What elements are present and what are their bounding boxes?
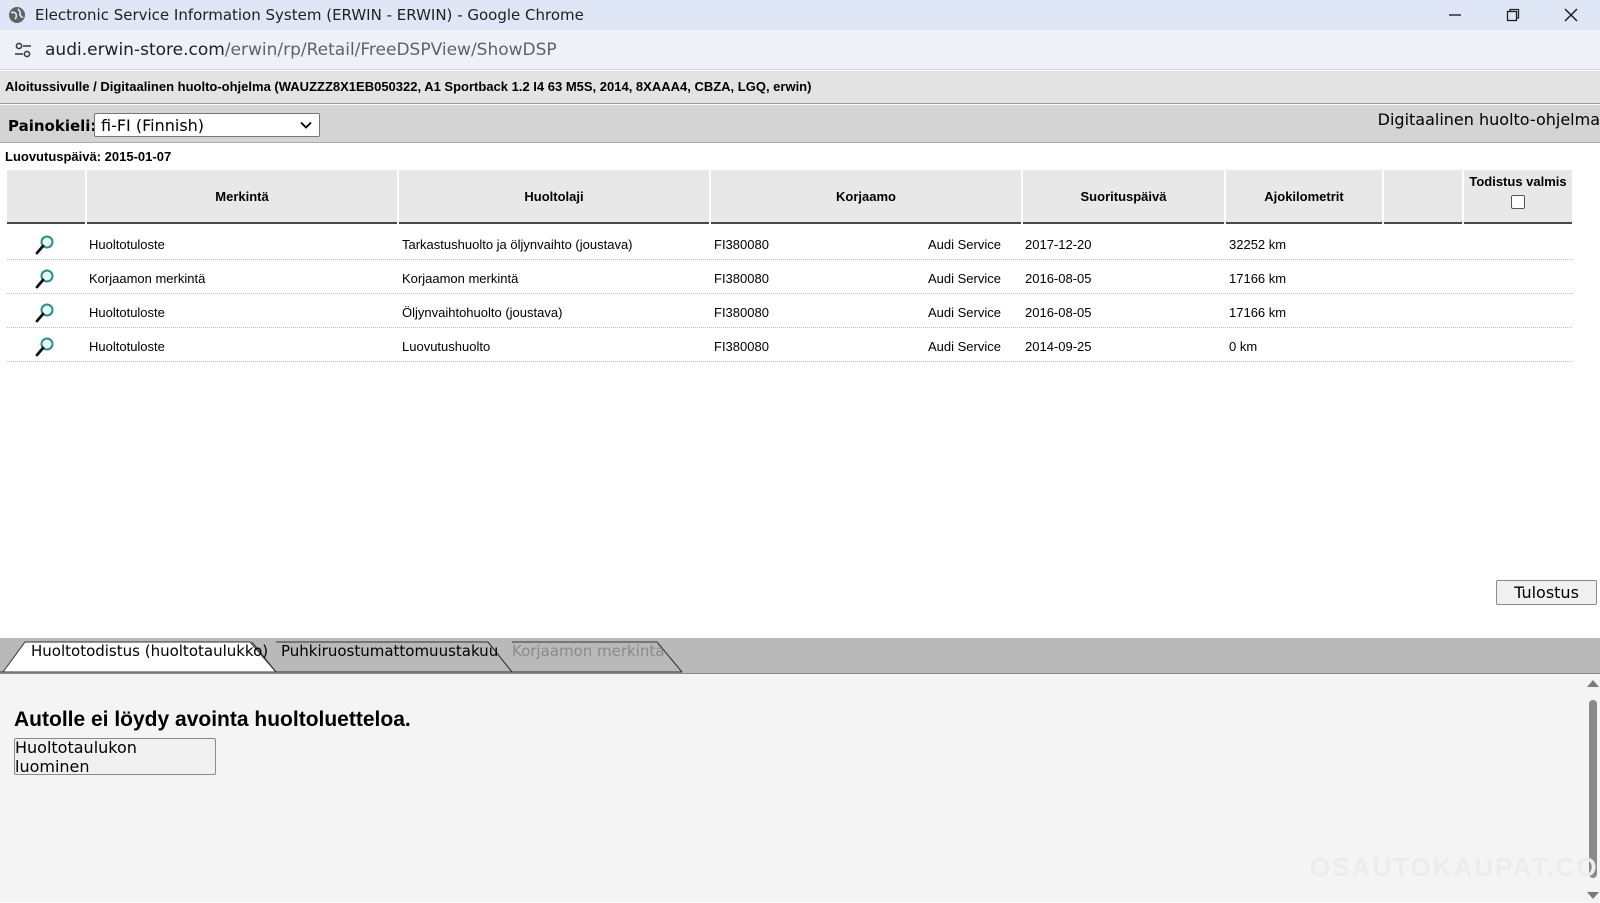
cell-workshop-name: Audi Service — [928, 237, 1001, 252]
print-button[interactable]: Tulostus — [1496, 580, 1597, 605]
cell-date: 2017-12-20 — [1025, 237, 1092, 252]
cell-marking: Huoltotuloste — [89, 305, 165, 320]
cell-workshop-code: FI380080 — [714, 305, 769, 320]
cell-workshop-code: FI380080 — [714, 237, 769, 252]
magnifier-icon[interactable] — [34, 234, 56, 256]
url-host: audi.erwin-store.com — [45, 39, 225, 60]
watermark-logo: OSAUTOKAUPAT.COM — [1310, 852, 1600, 882]
table-row[interactable]: Huoltotuloste Öljynvaihtohuolto (joustav… — [7, 294, 1572, 328]
url-path: /erwin/rp/Retail/FreeDSPView/ShowDSP — [224, 39, 557, 60]
select-all-checkbox[interactable] — [1511, 195, 1525, 209]
cell-service-type: Tarkastushuolto ja öljynvaihto (joustava… — [402, 237, 633, 252]
close-button[interactable] — [1542, 0, 1600, 30]
header-certificate-label: Todistus valmis — [1469, 174, 1567, 189]
cell-workshop-name: Audi Service — [928, 271, 1001, 286]
cell-marking: Huoltotuloste — [89, 237, 165, 252]
restore-icon — [1506, 8, 1520, 22]
restore-button[interactable] — [1484, 0, 1542, 30]
cell-km: 17166 km — [1229, 271, 1287, 286]
print-language-select[interactable]: fi-FI (Finnish) — [94, 113, 320, 137]
header-view — [7, 170, 85, 224]
print-language-value: fi-FI (Finnish) — [101, 116, 205, 135]
tab-workshop-entry[interactable]: Korjaamon merkintä — [512, 642, 665, 672]
header-marking: Merkintä — [87, 170, 397, 224]
cell-date: 2014-09-25 — [1025, 339, 1092, 354]
address-bar: audi.erwin-store.com/erwin/rp/Retail/Fre… — [0, 30, 1600, 70]
print-language-label: Painokieli: — [8, 117, 97, 135]
table-row[interactable]: Huoltotuloste Luovutushuolto FI380080 Au… — [7, 328, 1572, 362]
cell-km: 0 km — [1229, 339, 1258, 354]
create-service-table-button[interactable]: Huoltotaulukon luominen — [14, 738, 216, 776]
tab-strip: Huoltotodistus (huoltotaulukko) Puhkiruo… — [0, 638, 1600, 673]
cell-date: 2016-08-05 — [1025, 271, 1092, 286]
cell-service-type: Korjaamon merkintä — [402, 271, 519, 286]
minimize-button[interactable] — [1426, 0, 1484, 30]
cell-km: 17166 km — [1229, 305, 1287, 320]
cell-workshop-code: FI380080 — [714, 271, 769, 286]
cell-workshop-name: Audi Service — [928, 305, 1001, 320]
cell-marking: Huoltotuloste — [89, 339, 165, 354]
header-service-type: Huoltolaji — [399, 170, 709, 224]
window-title: Electronic Service Information System (E… — [35, 6, 584, 24]
header-workshop: Korjaamo — [711, 170, 1021, 224]
cell-service-type: Luovutushuolto — [402, 339, 491, 354]
magnifier-icon[interactable] — [34, 302, 56, 324]
cell-date: 2016-08-05 — [1025, 305, 1092, 320]
header-km: Ajokilometrit — [1226, 170, 1382, 224]
cell-service-type: Öljynvaihtohuolto (joustava) — [402, 305, 563, 320]
url-field[interactable]: audi.erwin-store.com/erwin/rp/Retail/Fre… — [45, 40, 557, 60]
table-row[interactable]: Huoltotuloste Tarkastushuolto ja öljynva… — [7, 226, 1572, 260]
cell-workshop-name: Audi Service — [928, 339, 1001, 354]
magnifier-icon[interactable] — [34, 336, 56, 358]
cell-km: 32252 km — [1229, 237, 1287, 252]
tab-service-certificate[interactable]: Huoltotodistus (huoltotaulukko) — [31, 642, 268, 672]
close-icon — [1564, 8, 1578, 22]
header-certificate: Todistus valmis — [1464, 170, 1572, 224]
section-title: Digitaalinen huolto-ohjelma — [1377, 110, 1600, 129]
window-titlebar: Electronic Service Information System (E… — [0, 0, 1600, 30]
tab-corrosion-warranty[interactable]: Puhkiruostumattomuustakuu — [281, 642, 498, 672]
delivery-date: Luovutuspäivä: 2015-01-07 — [5, 149, 172, 164]
cell-workshop-code: FI380080 — [714, 339, 769, 354]
language-toolbar: Painokieli: fi-FI (Finnish) Digitaalinen… — [0, 105, 1600, 143]
magnifier-icon[interactable] — [34, 268, 56, 290]
scroll-up-icon[interactable] — [1587, 680, 1599, 687]
window-controls — [1426, 0, 1600, 30]
header-empty — [1384, 170, 1462, 224]
cell-marking: Korjaamon merkintä — [89, 271, 206, 286]
globe-icon — [9, 7, 25, 23]
site-settings-icon[interactable] — [12, 39, 34, 61]
scroll-down-icon[interactable] — [1587, 892, 1599, 899]
chevron-down-icon — [300, 121, 312, 129]
breadcrumb[interactable]: Aloitussivulle / Digitaalinen huolto-ohj… — [0, 71, 1600, 104]
minimize-icon — [1449, 14, 1461, 16]
no-service-list-message: Autolle ei löydy avointa huoltoluetteloa… — [14, 708, 411, 731]
header-date: Suorituspäivä — [1023, 170, 1224, 224]
table-row[interactable]: Korjaamon merkintä Korjaamon merkintä FI… — [7, 260, 1572, 294]
